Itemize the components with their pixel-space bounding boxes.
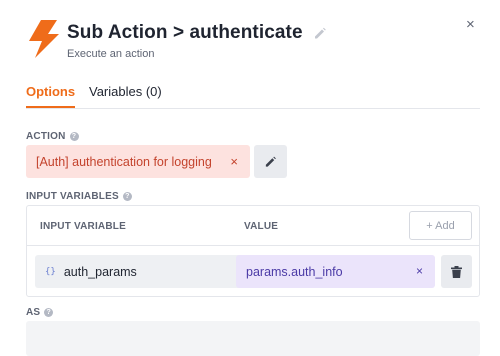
- as-label-text: AS: [26, 307, 41, 318]
- action-label-text: ACTION: [26, 131, 66, 142]
- page-subtitle: Execute an action: [67, 48, 155, 60]
- tab-options[interactable]: Options: [26, 84, 76, 108]
- input-variables-label-text: INPUT VARIABLES: [26, 191, 119, 202]
- help-icon[interactable]: ?: [122, 192, 132, 201]
- close-icon[interactable]: ×: [466, 17, 475, 33]
- edit-action-button[interactable]: [254, 145, 287, 178]
- input-variable-select[interactable]: {} auth_params ▲▼: [35, 255, 258, 288]
- help-icon[interactable]: ?: [44, 308, 54, 317]
- add-variable-button[interactable]: + Add: [409, 211, 472, 240]
- lightning-bolt-icon: [29, 20, 59, 58]
- remove-action-icon[interactable]: ×: [230, 154, 238, 169]
- delete-row-button[interactable]: [441, 255, 472, 288]
- as-input[interactable]: [26, 321, 480, 356]
- input-variables-table: INPUT VARIABLE VALUE + Add {} auth_param…: [26, 205, 480, 297]
- help-icon[interactable]: ?: [69, 132, 79, 141]
- trash-icon: [451, 265, 462, 278]
- as-label: AS ?: [26, 307, 54, 318]
- remove-value-icon[interactable]: ×: [416, 264, 423, 278]
- action-value: [Auth] authentication for logging: [36, 154, 212, 169]
- action-label: ACTION ?: [26, 131, 79, 142]
- input-variables-label: INPUT VARIABLES ?: [26, 191, 132, 202]
- column-header-input-variable: INPUT VARIABLE: [40, 221, 126, 232]
- variable-value-field[interactable]: params.auth_info ×: [236, 255, 435, 288]
- tab-variables[interactable]: Variables (0): [89, 84, 162, 107]
- action-select[interactable]: [Auth] authentication for logging ×: [26, 145, 250, 178]
- edit-title-icon[interactable]: [313, 26, 327, 40]
- pencil-icon: [265, 156, 276, 167]
- input-variable-value: auth_params: [63, 264, 137, 279]
- variable-value-text: params.auth_info: [246, 264, 343, 279]
- table-header: INPUT VARIABLE VALUE + Add: [27, 206, 479, 246]
- tab-bar: Options Variables (0): [26, 84, 480, 109]
- page-title: Sub Action > authenticate: [67, 22, 303, 43]
- column-header-value: VALUE: [244, 221, 279, 232]
- object-type-icon: {}: [45, 266, 56, 277]
